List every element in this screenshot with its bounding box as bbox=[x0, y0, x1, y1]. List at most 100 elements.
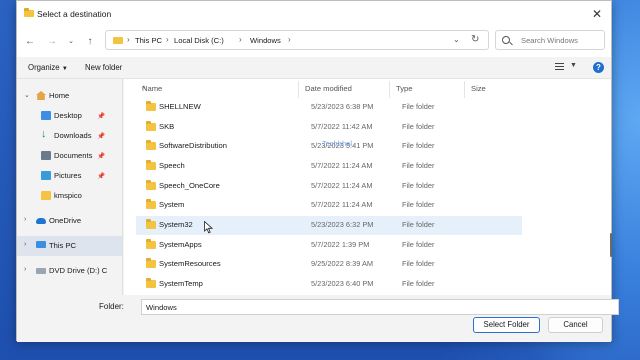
sidebar-item-label: This PC bbox=[49, 241, 77, 250]
row-name: Speech bbox=[159, 161, 185, 170]
sidebar-item-this-pc[interactable]: › This PC bbox=[17, 236, 122, 256]
chevron-down-icon: ▼ bbox=[61, 66, 68, 72]
sidebar-item-home[interactable]: ⌄ Home bbox=[17, 86, 122, 106]
row-type: File folder bbox=[402, 220, 435, 229]
row-name: SoftwareDistribution bbox=[159, 141, 227, 150]
table-row[interactable]: SystemTemp 5/23/2023 6:40 PM File folder bbox=[136, 275, 522, 294]
table-row[interactable]: System32 5/23/2023 6:32 PM File folder bbox=[136, 216, 522, 235]
table-row[interactable]: SHELLNEW 5/23/2023 6:38 PM File folder bbox=[136, 98, 522, 117]
folder-icon bbox=[146, 121, 156, 131]
chevron-right-icon[interactable]: › bbox=[24, 216, 26, 223]
select-folder-button[interactable]: Select Folder bbox=[473, 317, 540, 333]
folder-icon bbox=[146, 239, 156, 249]
sidebar-item-dvd-drive[interactable]: › DVD Drive (D:) C bbox=[17, 261, 122, 281]
cloud-icon bbox=[36, 218, 46, 224]
sidebar-item-label: kmspico bbox=[54, 191, 82, 200]
search-icon bbox=[502, 36, 510, 44]
row-date: 5/7/2022 11:42 AM bbox=[311, 122, 373, 131]
pin-icon: 📌 bbox=[97, 133, 106, 140]
documents-icon bbox=[41, 151, 51, 160]
pin-icon: 📌 bbox=[97, 113, 106, 120]
search-input[interactable]: Search Windows bbox=[495, 30, 605, 50]
computer-icon bbox=[36, 241, 46, 248]
row-type: File folder bbox=[402, 141, 435, 150]
view-list-icon[interactable] bbox=[555, 63, 564, 71]
sidebar-item-label: Documents bbox=[54, 151, 93, 160]
sidebar-item-kmspico[interactable]: kmspico bbox=[17, 186, 122, 206]
sidebar-item-pictures[interactable]: Pictures 📌 bbox=[17, 166, 122, 186]
sidebar-item-downloads[interactable]: Downloads 📌 bbox=[17, 126, 122, 146]
back-arrow-icon[interactable]: ← bbox=[23, 36, 37, 48]
chevron-right-icon[interactable]: › bbox=[239, 35, 242, 44]
chevron-right-icon[interactable]: › bbox=[24, 266, 26, 273]
help-icon[interactable]: ? bbox=[593, 62, 604, 73]
breadcrumb-local-disk[interactable]: Local Disk (C:) bbox=[174, 36, 224, 45]
vertical-scrollbar[interactable] bbox=[610, 233, 612, 257]
table-row[interactable]: SystemResources 9/25/2022 8:39 AM File f… bbox=[136, 255, 522, 274]
folder-icon bbox=[146, 180, 156, 190]
breadcrumb-windows[interactable]: Windows bbox=[250, 36, 281, 45]
sidebar-item-onedrive[interactable]: › OneDrive bbox=[17, 211, 122, 231]
address-dropdown-icon[interactable]: ⌄ bbox=[453, 35, 460, 44]
table-row[interactable]: System 5/7/2022 11:24 AM File folder bbox=[136, 196, 522, 215]
column-header-label: Date modified bbox=[305, 84, 352, 93]
folder-icon bbox=[41, 191, 51, 200]
up-arrow-icon[interactable]: ↑ bbox=[83, 36, 97, 48]
row-name: SystemTemp bbox=[159, 279, 203, 288]
table-row[interactable]: Speech 5/7/2022 11:24 AM File folder bbox=[136, 157, 522, 176]
sidebar-item-label: Downloads bbox=[54, 131, 92, 140]
row-type: File folder bbox=[402, 279, 435, 288]
row-date: 5/23/2023 6:40 PM bbox=[311, 279, 374, 288]
navigation-pane: ⌄ Home Desktop 📌 Downloads 📌 Documents 📌… bbox=[17, 79, 123, 295]
new-folder-button[interactable]: New folder bbox=[85, 63, 122, 72]
row-date: 5/7/2022 1:39 PM bbox=[311, 240, 370, 249]
row-type: File folder bbox=[402, 259, 435, 268]
row-name: SKB bbox=[159, 122, 175, 131]
organize-label: Organize bbox=[28, 63, 60, 72]
search-placeholder: Search Windows bbox=[521, 36, 578, 45]
column-header-date[interactable]: Date modified bbox=[299, 81, 390, 98]
column-header-type[interactable]: Type bbox=[390, 81, 465, 98]
chevron-right-icon[interactable]: › bbox=[166, 35, 169, 44]
window-title: Select a destination bbox=[37, 9, 112, 19]
folder-icon bbox=[146, 140, 156, 150]
column-header-size[interactable]: Size bbox=[465, 81, 525, 98]
chevron-right-icon[interactable]: › bbox=[24, 241, 26, 248]
folder-icon bbox=[24, 8, 34, 17]
chevron-down-icon[interactable]: ▼ bbox=[570, 62, 577, 69]
table-row[interactable]: SKB 5/7/2022 11:42 AM File folder bbox=[136, 118, 522, 137]
chevron-right-icon[interactable]: › bbox=[288, 35, 291, 44]
sidebar-item-desktop[interactable]: Desktop 📌 bbox=[17, 106, 122, 126]
address-bar[interactable]: › This PC › Local Disk (C:) › Windows › … bbox=[105, 30, 489, 50]
address-row: ← → ⌄ ↑ › This PC › Local Disk (C:) › Wi… bbox=[17, 27, 611, 57]
row-name: System bbox=[159, 200, 185, 209]
row-name: System32 bbox=[159, 220, 193, 229]
column-header-name[interactable]: Name ^ bbox=[136, 81, 299, 98]
folder-field[interactable] bbox=[141, 299, 619, 315]
dvd-drive-icon bbox=[36, 268, 46, 274]
cancel-button[interactable]: Cancel bbox=[548, 317, 603, 333]
home-icon bbox=[36, 91, 46, 100]
organize-menu[interactable]: Organize ▼ bbox=[28, 63, 68, 72]
recent-locations-chevron-icon[interactable]: ⌄ bbox=[64, 36, 78, 48]
table-row[interactable]: SystemApps 5/7/2022 1:39 PM File folder bbox=[136, 236, 522, 255]
row-type: File folder bbox=[402, 122, 435, 131]
refresh-icon[interactable]: ↻ bbox=[471, 34, 479, 45]
watermark-text: Techbhal bbox=[322, 139, 353, 148]
folder-icon bbox=[146, 160, 156, 170]
sort-up-icon: ^ bbox=[142, 84, 146, 93]
breadcrumb-this-pc[interactable]: This PC bbox=[135, 36, 162, 45]
chevron-down-icon[interactable]: ⌄ bbox=[24, 91, 30, 99]
row-name: SystemResources bbox=[159, 259, 221, 268]
file-list: Name ^ Date modified Type Size SHELLNEW … bbox=[124, 79, 611, 295]
row-type: File folder bbox=[402, 102, 435, 111]
folder-icon bbox=[113, 37, 123, 44]
sidebar-item-label: Pictures bbox=[54, 171, 82, 180]
forward-arrow-icon[interactable]: → bbox=[45, 36, 59, 48]
folder-icon bbox=[146, 258, 156, 268]
close-button[interactable]: ✕ bbox=[589, 6, 605, 22]
table-row[interactable]: Speech_OneCore 5/7/2022 11:24 AM File fo… bbox=[136, 177, 522, 196]
sidebar-item-documents[interactable]: Documents 📌 bbox=[17, 146, 122, 166]
folder-icon bbox=[146, 219, 156, 229]
command-bar: Organize ▼ New folder ▼ ? bbox=[17, 57, 611, 79]
